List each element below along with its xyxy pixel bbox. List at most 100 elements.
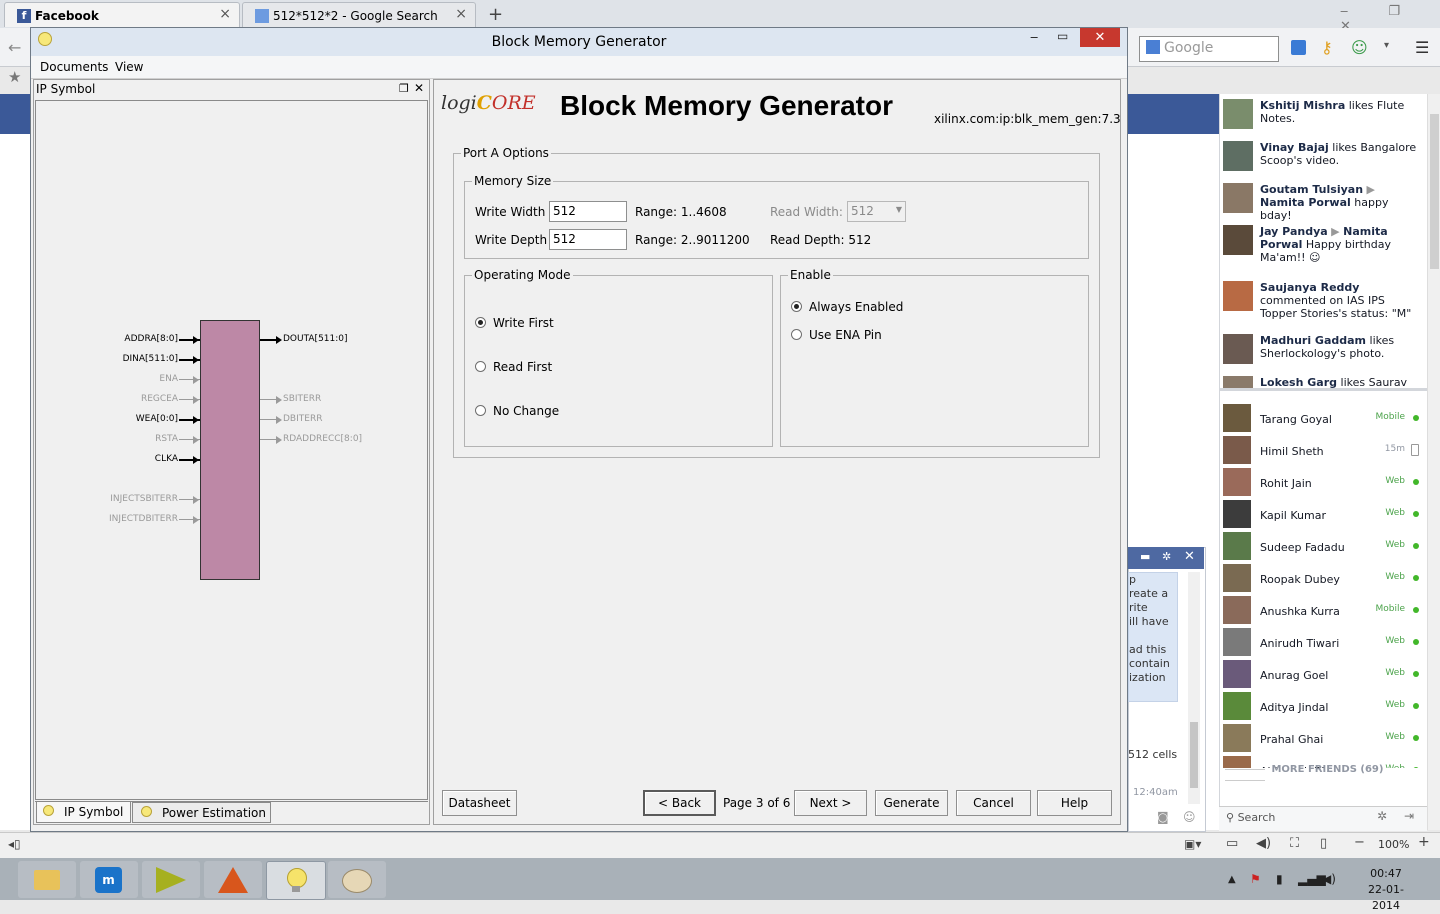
radio-use-ena-pin[interactable]: Use ENA Pin bbox=[791, 328, 921, 342]
volume-icon[interactable]: ◀) bbox=[1322, 872, 1336, 886]
friend-list-item[interactable]: Anirudh Tiwari Web bbox=[1223, 628, 1419, 658]
tab-ip-symbol[interactable]: IP Symbol bbox=[36, 802, 131, 823]
back-button[interactable]: < Back bbox=[643, 790, 716, 816]
symbol-pin-label: REGCEA bbox=[140, 394, 178, 404]
camera-icon[interactable]: ◙ bbox=[1157, 810, 1169, 824]
google-search-input[interactable]: Google bbox=[1139, 36, 1279, 62]
friend-list-item[interactable]: Prahal Ghai Web bbox=[1223, 724, 1419, 754]
chat-text-line: p bbox=[1129, 573, 1136, 586]
friend-list-item[interactable]: Sudeep Fadadu Web bbox=[1223, 532, 1419, 562]
friend-list-item[interactable]: Tarang Goyal Mobile bbox=[1223, 404, 1419, 434]
datasheet-button[interactable]: Datasheet bbox=[442, 790, 517, 816]
maximize-button[interactable]: ▭ bbox=[1057, 29, 1068, 43]
minimize-button[interactable]: ‒ bbox=[1030, 30, 1038, 45]
bookmark-star-icon[interactable]: ★ bbox=[8, 68, 21, 86]
zoom-in-button[interactable]: + bbox=[1418, 834, 1430, 850]
friend-list-item[interactable]: Anushka Kurra Mobile bbox=[1223, 596, 1419, 626]
google-engine-icon bbox=[1146, 40, 1160, 54]
sound-icon[interactable]: ◀) bbox=[1256, 836, 1271, 851]
radio-button[interactable] bbox=[475, 405, 486, 416]
battery-icon[interactable]: ▮ bbox=[1276, 872, 1283, 886]
split-icon[interactable]: ▯ bbox=[1320, 836, 1327, 851]
ticker-item[interactable]: Jay Pandya ▶ Namita Porwal Happy birthda… bbox=[1223, 225, 1423, 269]
chat-search-input[interactable]: ⚲ Search bbox=[1226, 811, 1275, 824]
fullscreen-icon[interactable]: ⛶ bbox=[1290, 836, 1299, 851]
emoticon-icon[interactable]: ☺ bbox=[1183, 810, 1196, 824]
menu-icon[interactable]: ☰ bbox=[1415, 38, 1429, 57]
radio-button[interactable] bbox=[791, 301, 802, 312]
write-width-label: Write Width bbox=[475, 205, 546, 219]
generate-button[interactable]: Generate bbox=[875, 790, 948, 816]
avatar bbox=[1223, 564, 1251, 592]
ticker-item[interactable]: Kshitij Mishra likes Flute Notes. bbox=[1223, 99, 1423, 133]
chevron-down-icon[interactable]: ▾ bbox=[1384, 40, 1389, 51]
sidebar-toggle-icon[interactable]: ⇥ bbox=[1404, 809, 1414, 823]
pin-arrow-icon bbox=[276, 336, 282, 344]
menu-view[interactable]: View bbox=[115, 60, 143, 74]
key-icon[interactable]: ⚷ bbox=[1321, 38, 1333, 57]
ticker-item[interactable]: Goutam Tulsiyan ▶ Namita Porwal happy bd… bbox=[1223, 183, 1423, 222]
menu-documents[interactable]: Documents bbox=[40, 60, 108, 74]
sidebar-scrollbar[interactable] bbox=[1427, 94, 1440, 830]
next-button[interactable]: Next > bbox=[794, 790, 867, 816]
screen-icon[interactable]: ▭ bbox=[1226, 836, 1238, 851]
read-width-select[interactable]: 512 ▼ bbox=[847, 201, 906, 222]
friend-list-item[interactable]: Anurag Goel Web bbox=[1223, 660, 1419, 690]
radio-button[interactable] bbox=[791, 329, 802, 340]
close-tab-icon[interactable]: × bbox=[455, 6, 467, 22]
radio-always-enabled[interactable]: Always Enabled bbox=[791, 300, 921, 314]
window-title: Block Memory Generator bbox=[491, 34, 667, 50]
radio-read-first[interactable]: Read First bbox=[475, 360, 595, 374]
gear-icon[interactable]: ✲ bbox=[1162, 550, 1171, 563]
page-icon[interactable]: ▣▾ bbox=[1184, 837, 1201, 851]
gear-icon[interactable]: ✲ bbox=[1377, 809, 1387, 823]
xilinx-ise-icon[interactable] bbox=[142, 861, 200, 898]
tab-google-search[interactable]: 512*512*2 - Google Search × bbox=[242, 2, 476, 27]
ticker-item[interactable]: Vinay Bajaj likes Bangalore Scoop's vide… bbox=[1223, 141, 1423, 175]
close-icon[interactable]: ✕ bbox=[1184, 549, 1195, 564]
friend-list-item[interactable]: Rohit Jain Web bbox=[1223, 468, 1419, 498]
friend-list-item[interactable]: Roopak Dubey Web bbox=[1223, 564, 1419, 594]
close-tab-icon[interactable]: × bbox=[219, 6, 231, 22]
matlab-icon[interactable] bbox=[204, 861, 262, 898]
write-depth-field[interactable]: 512 bbox=[549, 229, 627, 250]
clock[interactable]: 00:47 22-01-2014 bbox=[1356, 866, 1416, 914]
radio-no-change[interactable]: No Change bbox=[475, 404, 595, 418]
back-arrow-icon[interactable]: ← bbox=[8, 38, 21, 57]
tab-power-estimation[interactable]: Power Estimation bbox=[132, 802, 271, 823]
ticker-item[interactable]: Saujanya Reddy commented on IAS IPS Topp… bbox=[1223, 281, 1423, 325]
ticker-item[interactable]: Madhuri Gaddam likes Sherlockology's pho… bbox=[1223, 334, 1423, 368]
core-generator-icon[interactable] bbox=[266, 861, 326, 900]
friend-name: Rohit Jain bbox=[1260, 477, 1312, 490]
friend-status: Web bbox=[1385, 540, 1405, 550]
restore-panel-icon[interactable]: ❐ bbox=[399, 82, 409, 95]
radio-button[interactable] bbox=[475, 317, 486, 328]
tray-expand-icon[interactable]: ▲ bbox=[1228, 874, 1236, 885]
friend-list-item[interactable]: Kapil Kumar Web bbox=[1223, 500, 1419, 530]
radio-write-first[interactable]: Write First bbox=[475, 316, 595, 330]
close-button[interactable]: ✕ bbox=[1080, 28, 1120, 47]
more-friends-label[interactable]: MORE FRIENDS (69) bbox=[1225, 764, 1419, 786]
help-button[interactable]: Help bbox=[1037, 790, 1112, 816]
paint-icon[interactable] bbox=[328, 861, 386, 898]
video-icon[interactable]: ▬ bbox=[1140, 550, 1150, 563]
new-tab-button[interactable]: + bbox=[488, 4, 503, 25]
sidebar-toggle-icon[interactable]: ◂▯ bbox=[8, 837, 21, 851]
symbol-pin-label: WEA[0:0] bbox=[135, 414, 178, 424]
action-center-icon[interactable]: ⚑ bbox=[1250, 872, 1261, 886]
symbol-pin-label: DOUTA[511:0] bbox=[283, 334, 348, 344]
write-width-field[interactable]: 512 bbox=[549, 201, 627, 222]
zoom-out-button[interactable]: − bbox=[1354, 835, 1365, 850]
chat-scrollbar[interactable] bbox=[1188, 572, 1200, 804]
file-explorer-icon[interactable] bbox=[18, 861, 76, 898]
friend-list-item[interactable]: Aditya Jindal Web bbox=[1223, 692, 1419, 722]
user-sync-icon[interactable]: ☺ bbox=[1351, 38, 1368, 57]
download-icon[interactable] bbox=[1291, 40, 1306, 55]
radio-button[interactable] bbox=[475, 361, 486, 372]
ticker-item[interactable]: Lokesh Garg likes Saurav Atri's bbox=[1223, 376, 1423, 388]
cancel-button[interactable]: Cancel bbox=[956, 790, 1031, 816]
close-panel-icon[interactable]: ✕ bbox=[414, 81, 424, 95]
friend-list-item[interactable]: Himil Sheth 15m bbox=[1223, 436, 1419, 466]
tab-facebook[interactable]: f Facebook × bbox=[4, 2, 240, 27]
maxthon-icon[interactable]: m bbox=[80, 861, 138, 898]
